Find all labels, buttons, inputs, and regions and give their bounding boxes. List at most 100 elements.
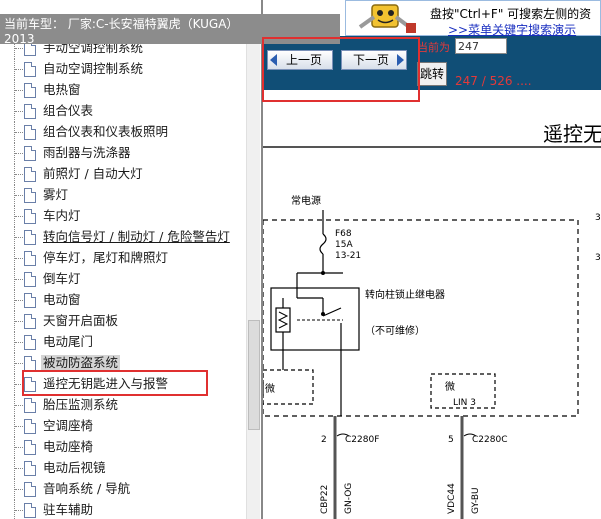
model-year: 2013: [4, 32, 35, 46]
scrollbar-thumb[interactable]: [248, 320, 260, 430]
page-label: 当前为: [417, 41, 450, 54]
tree-item-instrument-cluster[interactable]: 组合仪表: [0, 101, 246, 122]
highlight-box-toolbar: [262, 37, 420, 102]
tree-item-sunroof[interactable]: 天窗开启面板: [0, 311, 246, 332]
document-icon: [24, 104, 36, 119]
tree-item-cluster-lighting[interactable]: 组合仪表和仪表板照明: [0, 122, 246, 143]
document-icon: [24, 398, 36, 413]
wire-color-gy-bu: GY-BU: [471, 487, 481, 514]
tree-item-power-seats[interactable]: 电动座椅: [0, 437, 246, 458]
model-name: 当前车型： 厂家:C-长安福特翼虎（KUGA）: [4, 17, 239, 31]
tree-item-label: 电动后视镜: [43, 460, 106, 475]
tree-item-headlamps[interactable]: 前照灯 / 自动大灯: [0, 164, 246, 185]
tree-item-label: 停车灯，尾灯和牌照灯: [43, 250, 169, 265]
wire-color-gn-og: GN-OG: [344, 483, 354, 514]
tree-item-fog-lamps[interactable]: 雾灯: [0, 185, 246, 206]
fuse-id: F68: [335, 229, 352, 239]
document-icon: [24, 503, 36, 518]
fuse-rating: 15A: [335, 240, 353, 250]
tree-item-label: 转向信号灯 / 制动灯 / 危险警告灯: [43, 229, 230, 244]
tree-item-label: 空调座椅: [43, 418, 94, 433]
connector-left: C2280F: [345, 435, 379, 445]
left-module-label: 微: [265, 382, 275, 395]
document-icon: [24, 209, 36, 224]
document-icon: [24, 188, 36, 203]
tree-item-wipers[interactable]: 雨刮器与洗涤器: [0, 143, 246, 164]
tree-item-label: 电动尾门: [43, 334, 94, 349]
document-icon: [24, 83, 36, 98]
document-icon: [24, 356, 36, 371]
tree-item-power-liftgate[interactable]: 电动尾门: [0, 332, 246, 353]
wire-code-cbp22: CBP22: [320, 485, 330, 514]
tree-item-label: 胎压监测系统: [43, 397, 119, 412]
tree-item-label: 倒车灯: [43, 271, 81, 286]
fuse-symbol: [319, 233, 327, 255]
document-icon: [24, 419, 36, 434]
tree-item-heated-window[interactable]: 电热窗: [0, 80, 246, 101]
module-boundary: [263, 219, 579, 417]
document-icon: [24, 167, 36, 182]
edge-mark: 3: [595, 253, 601, 263]
mascot-icon: [358, 4, 416, 33]
power-label: 常电源: [291, 194, 321, 207]
edge-mark: 3: [595, 213, 601, 223]
document-icon: [24, 272, 36, 287]
tree-item-label: 雾灯: [43, 187, 69, 202]
tree-item-tire-pressure[interactable]: 胎压监测系统: [0, 395, 246, 416]
tree-item-label: 组合仪表和仪表板照明: [43, 124, 169, 139]
jump-button[interactable]: 跳转: [417, 62, 447, 86]
document-icon: [24, 293, 36, 308]
relay-label: 转向柱锁止继电器: [365, 288, 445, 301]
tree-item-label: 音响系统 / 导航: [43, 481, 131, 496]
tree-item-audio-navigation[interactable]: 音响系统 / 导航: [0, 479, 246, 500]
tree-item-turn-signals[interactable]: 转向信号灯 / 制动灯 / 危险警告灯: [0, 227, 246, 248]
connector-right: C2280C: [472, 435, 507, 445]
wire-code-vdc44: VDC44: [447, 483, 457, 514]
tree-item-label: 被动防盗系统: [41, 355, 121, 371]
page-count: 247 / 526 ....: [455, 74, 532, 88]
tree-item-power-windows[interactable]: 电动窗: [0, 290, 246, 311]
relay-note: （不可维修）: [365, 324, 425, 337]
tree-item-reverse-lamps[interactable]: 倒车灯: [0, 269, 246, 290]
search-tip-banner: 盘按"Ctrl+F" 可搜索左侧的资 >>菜单关键字搜索演示: [345, 0, 601, 37]
document-icon: [24, 146, 36, 161]
page-number-input[interactable]: [455, 38, 507, 54]
tree-item-label: 天窗开启面板: [43, 313, 119, 328]
fuse-location: 13-21: [335, 251, 361, 261]
pin-left: 2: [321, 435, 327, 445]
document-icon: [24, 251, 36, 266]
pin-right: 5: [448, 435, 454, 445]
tree-item-label: 车内灯: [43, 208, 81, 223]
tree-panel: 手动空调控制系统 自动空调控制系统 电热窗 组合仪表 组合仪表和仪表板照明 雨刮…: [0, 0, 262, 519]
tree-item-label: 驻车辅助: [43, 502, 94, 517]
relay-switch: [322, 307, 342, 317]
tree-item-label: 电热窗: [43, 82, 81, 97]
component-tree: 手动空调控制系统 自动空调控制系统 电热窗 组合仪表 组合仪表和仪表板照明 雨刮…: [0, 38, 246, 519]
document-icon: [24, 440, 36, 455]
tree-item-label: 前照灯 / 自动大灯: [43, 166, 143, 181]
document-icon: [24, 482, 36, 497]
tree-item-label: 电动窗: [43, 292, 81, 307]
search-tip-text: 盘按"Ctrl+F" 可搜索左侧的资: [430, 7, 592, 21]
document-icon: [24, 125, 36, 140]
right-module-label: 微: [445, 380, 455, 393]
tree-item-climate-seats[interactable]: 空调座椅: [0, 416, 246, 437]
tree-item-interior-lamps[interactable]: 车内灯: [0, 206, 246, 227]
document-icon: [24, 314, 36, 329]
wiring-diagram: 常电源 F68 15A 13-21 转向柱锁止继电器 （不可维修） 微 微 LI…: [263, 194, 601, 519]
tree-item-auto-ac[interactable]: 自动空调控制系统: [0, 59, 246, 80]
document-icon: [24, 335, 36, 350]
tree-item-label: 雨刮器与洗涤器: [43, 145, 131, 160]
lin-label: LIN 3: [453, 398, 476, 408]
document-icon: [24, 230, 36, 245]
tree-item-power-mirrors[interactable]: 电动后视镜: [0, 458, 246, 479]
highlight-box-tree-item: [22, 370, 208, 396]
tree-item-parking-lamps[interactable]: 停车灯，尾灯和牌照灯: [0, 248, 246, 269]
tree-item-parking-aid[interactable]: 驻车辅助: [0, 500, 246, 519]
document-icon: [24, 62, 36, 77]
tree-item-label: 组合仪表: [43, 103, 94, 118]
tree-scrollbar[interactable]: [246, 38, 260, 519]
tree-item-label: 电动座椅: [43, 439, 94, 454]
relay-box: [270, 287, 360, 351]
document-icon: [24, 461, 36, 476]
